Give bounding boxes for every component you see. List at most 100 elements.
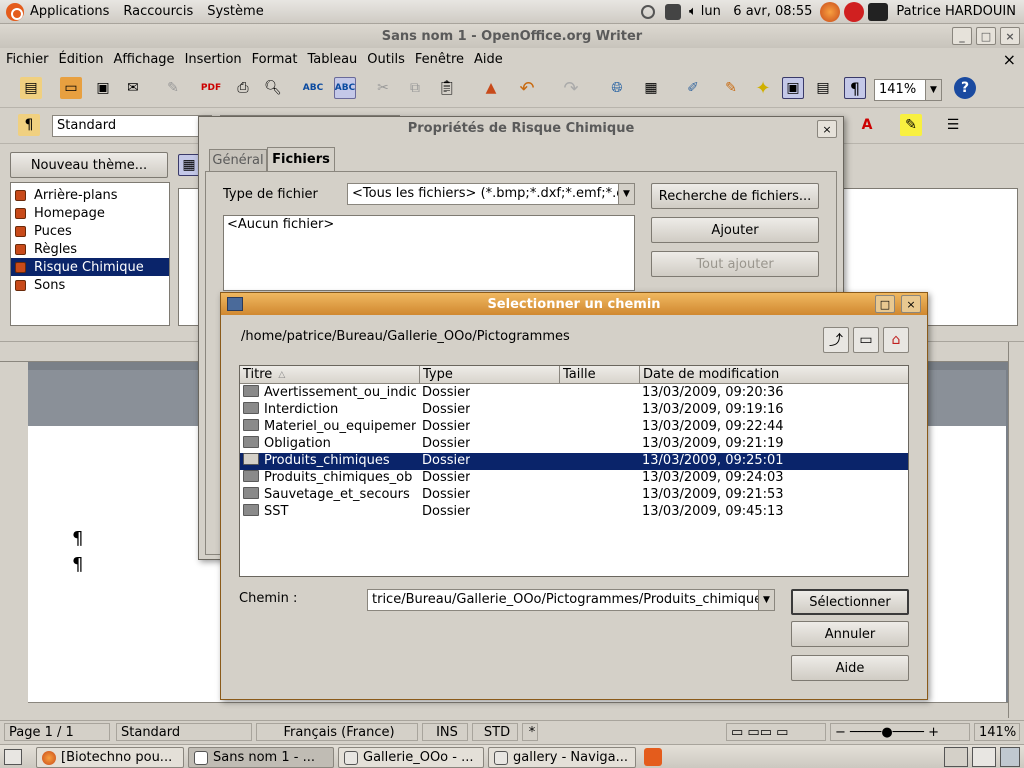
selection-mode[interactable]: STD [472,723,518,741]
icon-view-icon[interactable]: ▦ [178,154,200,176]
gallery-icon[interactable]: ▣ [782,77,804,99]
email-icon[interactable]: ✉ [122,77,144,99]
ubuntu-logo-icon[interactable] [6,2,24,21]
task-gallery-nav[interactable]: gallery - Naviga... [488,747,636,768]
chevron-down-icon[interactable]: ▼ [618,184,634,204]
view-layout-icons[interactable]: ▭ ▭▭ ▭ [726,723,826,741]
zoom-slider[interactable]: − ────●──── + [830,723,970,741]
notification-icon[interactable] [644,748,662,766]
export-pdf-icon[interactable]: PDF [200,77,222,99]
menu-affichage[interactable]: Affichage [113,52,174,67]
page-indicator[interactable]: Page 1 / 1 [4,723,110,741]
vertical-ruler[interactable] [0,362,28,718]
table-row[interactable]: Materiel_ou_equipemer Dossier 13/03/2009… [240,419,908,436]
home-icon[interactable]: ⌂ [883,327,909,353]
workspace-switcher-2[interactable] [972,747,996,767]
new-theme-button[interactable]: Nouveau thème... [10,152,168,178]
theme-item[interactable]: Sons [11,276,169,294]
menu-fichier[interactable]: Fichier [6,52,49,67]
background-color-icon[interactable]: ☰ [942,114,964,136]
maximize-button[interactable]: □ [976,27,996,45]
language-indicator[interactable]: Français (France) [256,723,418,741]
close-window-button[interactable]: × [1000,27,1020,45]
table-icon[interactable]: ▦ [640,77,662,99]
navigator-icon[interactable]: ✦ [752,77,774,99]
help-icon[interactable]: ? [954,77,976,99]
close-dialog-button[interactable]: × [817,120,837,138]
menu-insertion[interactable]: Insertion [185,52,242,67]
menu-edition[interactable]: Édition [59,52,104,67]
tab-fichiers[interactable]: Fichiers [267,147,335,171]
styles-formatting-icon[interactable]: ¶ [18,114,40,136]
minimize-button[interactable]: _ [952,27,972,45]
user-name[interactable]: Patrice HARDOUIN [896,4,1016,19]
clock[interactable]: lun 6 avr, 08:55 [701,4,813,19]
cut-icon[interactable]: ✂ [372,77,394,99]
insert-mode[interactable]: INS [422,723,468,741]
terminal-icon[interactable] [868,2,889,21]
cancel-button[interactable]: Annuler [791,621,909,647]
window-menu-icon[interactable] [227,297,243,311]
print-icon[interactable]: ⎙ [232,77,254,99]
close-dialog-button[interactable]: × [901,295,921,313]
show-desktop-icon[interactable] [4,749,22,765]
redo-icon[interactable]: ↷ [560,77,582,99]
clone-format-icon[interactable]: ▲ [480,77,502,99]
paste-icon[interactable]: 📋︎ [436,77,458,99]
zoom-combo[interactable]: 141% ▼ [874,79,942,101]
theme-item[interactable]: Puces [11,222,169,240]
table-row[interactable]: Sauvetage_et_secours Dossier 13/03/2009,… [240,487,908,504]
path-combo[interactable]: trice/Bureau/Gallerie_OOo/Pictogrammes/P… [367,589,775,611]
maximize-dialog-button[interactable]: □ [875,295,895,313]
firefox-icon[interactable] [820,1,841,22]
file-type-combo[interactable]: <Tous les fichiers> (*.bmp;*.dxf;*.emf;*… [347,183,635,205]
trash-icon[interactable] [1000,747,1020,767]
network-icon[interactable] [664,3,681,20]
data-sources-icon[interactable]: ▤ [812,77,834,99]
formatting-marks-icon[interactable]: ¶ [844,77,866,99]
save-icon[interactable]: ▣ [92,77,114,99]
power-icon[interactable] [844,1,865,22]
spellcheck-icon[interactable]: ABC [302,77,324,99]
menu-aide[interactable]: Aide [474,52,503,67]
chevron-down-icon[interactable]: ▼ [925,80,941,100]
zoom-indicator[interactable]: 141% [974,723,1020,741]
highlight-icon[interactable]: ✎ [900,114,922,136]
copy-icon[interactable]: ⧉ [404,77,426,99]
menu-fenetre[interactable]: Fenêtre [415,52,464,67]
table-row[interactable]: SST Dossier 13/03/2009, 09:45:13 [240,504,908,521]
search-files-button[interactable]: Recherche de fichiers... [651,183,819,209]
add-button[interactable]: Ajouter [651,217,819,243]
open-icon[interactable]: ▭ [60,77,82,99]
chevron-down-icon[interactable]: ▼ [758,590,774,610]
menu-raccourcis[interactable]: Raccourcis [123,4,193,19]
theme-item[interactable]: Règles [11,240,169,258]
table-row-selected[interactable]: Produits_chimiques Dossier 13/03/2009, 0… [240,453,908,470]
workspace-switcher-1[interactable] [944,747,968,767]
table-row[interactable]: Produits_chimiques_ob Dossier 13/03/2009… [240,470,908,487]
new-document-icon[interactable]: ▤ [20,77,42,99]
menu-systeme[interactable]: Système [207,4,263,19]
select-button[interactable]: Sélectionner [791,589,909,615]
paragraph-style-combo[interactable]: Standard [52,115,212,137]
menu-outils[interactable]: Outils [367,52,405,67]
horizontal-scrollbar[interactable] [28,702,1008,718]
page-style[interactable]: Standard [116,723,252,741]
magnifier-icon[interactable] [640,4,655,19]
column-header-titre[interactable]: Titre △ [240,366,420,384]
level-up-icon[interactable]: ⤴ [823,327,849,353]
hyperlink-icon[interactable]: 🌐︎ [606,77,628,99]
table-row[interactable]: Interdiction Dossier 13/03/2009, 09:19:1… [240,402,908,419]
file-list[interactable]: <Aucun fichier> [223,215,635,291]
task-writer[interactable]: Sans nom 1 - ... [188,747,334,768]
column-header-type[interactable]: Type [420,366,560,384]
menu-format[interactable]: Format [252,52,298,67]
autospellcheck-icon[interactable]: ABC [334,77,356,99]
theme-item-selected[interactable]: Risque Chimique [11,258,169,276]
theme-item[interactable]: Arrière-plans [11,186,169,204]
tab-general[interactable]: Général [209,149,267,171]
table-row[interactable]: Obligation Dossier 13/03/2009, 09:21:19 [240,436,908,453]
undo-icon[interactable]: ↶ [516,77,538,99]
menu-applications[interactable]: Applications [30,4,109,19]
font-color-icon[interactable]: A [856,114,878,136]
